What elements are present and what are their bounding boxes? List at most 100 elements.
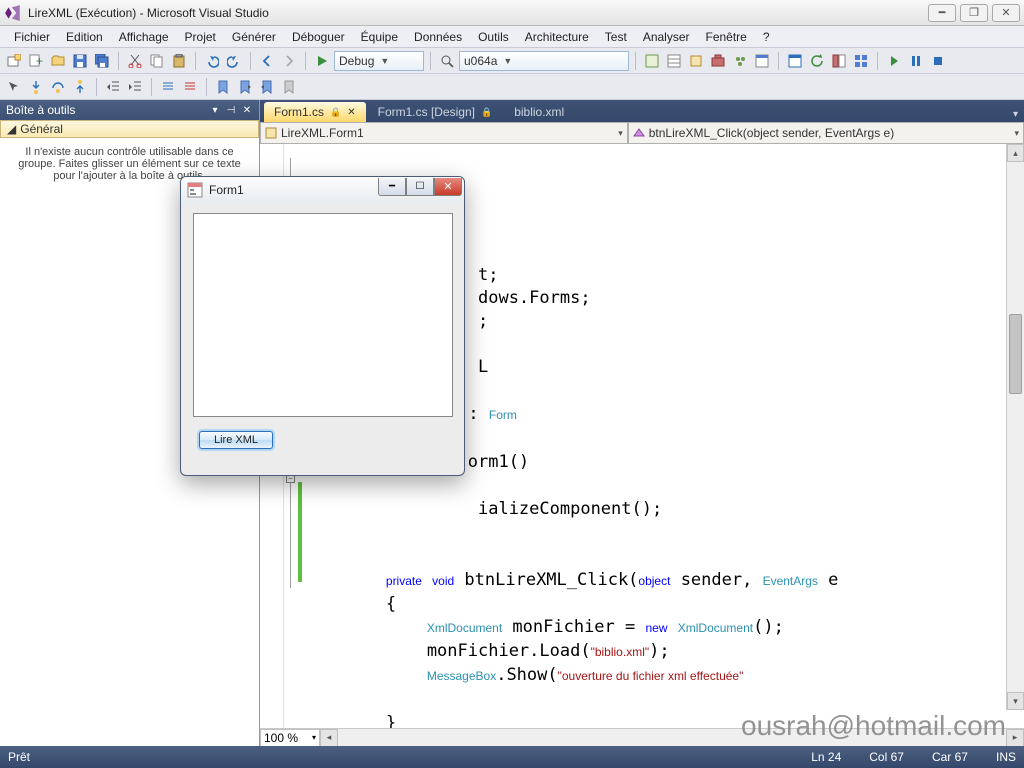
scroll-thumb[interactable]: [1009, 314, 1022, 394]
window-titlebar: LireXML (Exécution) - Microsoft Visual S…: [0, 0, 1024, 26]
save-icon[interactable]: [70, 51, 90, 71]
menu-projet[interactable]: Projet: [177, 28, 224, 46]
show-window-icon[interactable]: [785, 51, 805, 71]
indent-increase-icon[interactable]: [125, 77, 145, 97]
vertical-scrollbar[interactable]: ▴ ▾: [1006, 144, 1024, 710]
configuration-combo[interactable]: Debug▼: [334, 51, 424, 71]
change-indicator: [298, 482, 302, 582]
navigation-bars: LireXML.Form1▾ btnLireXML_Click(object s…: [260, 122, 1024, 144]
menu-deboguer[interactable]: Déboguer: [284, 28, 353, 46]
window-title: LireXML (Exécution) - Microsoft Visual S…: [28, 6, 269, 20]
step-over-icon[interactable]: [48, 77, 68, 97]
tab-form1-design[interactable]: Form1.cs [Design]🔒: [368, 102, 503, 122]
status-ready: Prêt: [8, 750, 30, 764]
menu-generer[interactable]: Générer: [224, 28, 284, 46]
add-item-icon[interactable]: +: [26, 51, 46, 71]
minimize-button[interactable]: ━: [928, 4, 956, 22]
pin-icon[interactable]: ⊣: [225, 104, 237, 116]
form-icon: [187, 182, 203, 198]
open-icon[interactable]: [48, 51, 68, 71]
save-all-icon[interactable]: [92, 51, 112, 71]
all-windows-icon[interactable]: [851, 51, 871, 71]
menu-affichage[interactable]: Affichage: [111, 28, 177, 46]
lock-icon: 🔒: [330, 107, 341, 118]
menu-bar: Fichier Edition Affichage Projet Générer…: [0, 26, 1024, 48]
menu-test[interactable]: Test: [597, 28, 635, 46]
toolbar-primary: + Debug▼ u064a▼: [0, 48, 1024, 74]
new-project-icon[interactable]: [4, 51, 24, 71]
redo-icon[interactable]: [224, 51, 244, 71]
status-ins: INS: [996, 750, 1016, 764]
status-car: Car 67: [932, 750, 968, 764]
menu-outils[interactable]: Outils: [470, 28, 517, 46]
close-button[interactable]: ✕: [992, 4, 1020, 22]
tab-biblio-xml[interactable]: biblio.xml: [504, 102, 574, 122]
class-view-icon[interactable]: [686, 51, 706, 71]
editor-footer: 100 %▾ ◂ ▸: [260, 728, 1024, 746]
undo-icon[interactable]: [202, 51, 222, 71]
menu-help[interactable]: ?: [755, 28, 778, 46]
play-icon[interactable]: [884, 51, 904, 71]
layout-icon[interactable]: [829, 51, 849, 71]
restore-button[interactable]: ❐: [960, 4, 988, 22]
properties-icon[interactable]: [664, 51, 684, 71]
close-icon[interactable]: ✕: [241, 104, 253, 116]
arrow-cursor-icon[interactable]: [4, 77, 24, 97]
menu-edition[interactable]: Edition: [58, 28, 111, 46]
refresh-icon[interactable]: [807, 51, 827, 71]
form1-title: Form1: [209, 183, 244, 197]
bookmark-prev-icon[interactable]: [235, 77, 255, 97]
bookmark-next-icon[interactable]: [257, 77, 277, 97]
menu-fenetre[interactable]: Fenêtre: [698, 28, 755, 46]
toolbar-secondary: [0, 74, 1024, 100]
tab-form1-cs[interactable]: Form1.cs🔒✕: [264, 102, 366, 122]
stop-icon[interactable]: [928, 51, 948, 71]
nav-fwd-icon[interactable]: [279, 51, 299, 71]
form1-minimize-button[interactable]: ━: [378, 178, 406, 196]
toolbox-title-bar: Boîte à outils ▾ ⊣ ✕: [0, 100, 259, 120]
tabs-dropdown-icon[interactable]: ▾: [1007, 107, 1024, 122]
step-out-icon[interactable]: [70, 77, 90, 97]
team-explorer-icon[interactable]: [730, 51, 750, 71]
menu-donnees[interactable]: Données: [406, 28, 470, 46]
menu-architecture[interactable]: Architecture: [517, 28, 597, 46]
document-tabs: Form1.cs🔒✕ Form1.cs [Design]🔒 biblio.xml…: [260, 100, 1024, 122]
uncomment-icon[interactable]: [180, 77, 200, 97]
nav-back-icon[interactable]: [257, 51, 277, 71]
lire-xml-button[interactable]: Lire XML: [199, 431, 273, 449]
form1-maximize-button[interactable]: ☐: [406, 178, 434, 196]
zoom-combo[interactable]: 100 %▾: [260, 729, 320, 747]
find-icon[interactable]: [437, 51, 457, 71]
status-line: Ln 24: [811, 750, 841, 764]
svg-text:+: +: [36, 54, 43, 68]
form1-titlebar: Form1 ━ ☐ ✕: [181, 177, 464, 203]
toolbox-title-label: Boîte à outils: [6, 103, 75, 117]
bookmark-clear-icon[interactable]: [279, 77, 299, 97]
member-nav-combo[interactable]: btnLireXML_Click(object sender, EventArg…: [628, 122, 1024, 144]
start-page-icon[interactable]: [752, 51, 772, 71]
start-debug-icon[interactable]: [312, 51, 332, 71]
class-nav-combo[interactable]: LireXML.Form1▾: [260, 122, 628, 144]
menu-equipe[interactable]: Équipe: [353, 28, 406, 46]
menu-fichier[interactable]: Fichier: [6, 28, 58, 46]
copy-icon[interactable]: [147, 51, 167, 71]
bookmark-toggle-icon[interactable]: [213, 77, 233, 97]
paste-icon[interactable]: [169, 51, 189, 71]
cut-icon[interactable]: [125, 51, 145, 71]
indent-decrease-icon[interactable]: [103, 77, 123, 97]
toolbox-icon[interactable]: [708, 51, 728, 71]
form1-close-button[interactable]: ✕: [434, 178, 462, 196]
form1-listbox[interactable]: [193, 213, 453, 417]
platform-combo[interactable]: u064a▼: [459, 51, 629, 71]
dropdown-icon[interactable]: ▾: [209, 104, 221, 116]
solution-explorer-icon[interactable]: [642, 51, 662, 71]
pause-icon[interactable]: [906, 51, 926, 71]
horizontal-scrollbar[interactable]: ◂ ▸: [320, 729, 1024, 747]
form1-window[interactable]: Form1 ━ ☐ ✕ Lire XML: [180, 176, 465, 476]
menu-analyser[interactable]: Analyser: [635, 28, 698, 46]
status-col: Col 67: [869, 750, 904, 764]
toolbox-category-general[interactable]: ◢ Général: [0, 120, 259, 138]
comment-icon[interactable]: [158, 77, 178, 97]
step-into-icon[interactable]: [26, 77, 46, 97]
close-icon[interactable]: ✕: [347, 107, 355, 118]
